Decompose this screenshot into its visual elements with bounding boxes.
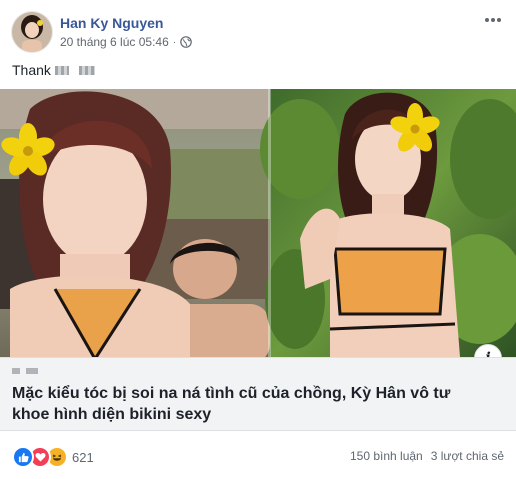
redacted-text bbox=[78, 65, 95, 75]
more-options-button[interactable] bbox=[482, 12, 504, 28]
link-domain-redacted bbox=[12, 368, 38, 375]
meta-separator: · bbox=[172, 36, 177, 48]
post-timestamp[interactable]: 20 tháng 6 lúc 05:46 bbox=[60, 35, 169, 49]
comments-count-link[interactable]: 150 bình luận bbox=[350, 449, 423, 463]
globe-icon[interactable] bbox=[180, 36, 192, 48]
shares-count-link[interactable]: 3 lượt chia sẻ bbox=[431, 449, 504, 463]
engagement-stats: 150 bình luận 3 lượt chia sẻ bbox=[350, 449, 504, 463]
link-preview-image[interactable] bbox=[0, 89, 516, 357]
redacted-text bbox=[54, 65, 69, 75]
reactions-summary[interactable]: 621 bbox=[12, 446, 94, 468]
post-meta: 20 tháng 6 lúc 05:46 · bbox=[60, 35, 192, 49]
author-avatar[interactable] bbox=[12, 12, 52, 52]
facebook-post: Han Ky Nguyen 20 tháng 6 lúc 05:46 · Tha… bbox=[0, 0, 516, 479]
link-preview[interactable]: Mặc kiểu tóc bị soi na ná tình cũ của ch… bbox=[0, 357, 516, 431]
more-options-icon bbox=[485, 18, 489, 22]
link-title[interactable]: Mặc kiểu tóc bị soi na ná tình cũ của ch… bbox=[12, 383, 492, 425]
author-name-link[interactable]: Han Ky Nguyen bbox=[60, 15, 163, 31]
like-icon bbox=[12, 446, 34, 468]
post-caption: Thank bbox=[12, 62, 95, 78]
reaction-count: 621 bbox=[72, 449, 94, 465]
caption-text: Thank bbox=[12, 62, 51, 78]
